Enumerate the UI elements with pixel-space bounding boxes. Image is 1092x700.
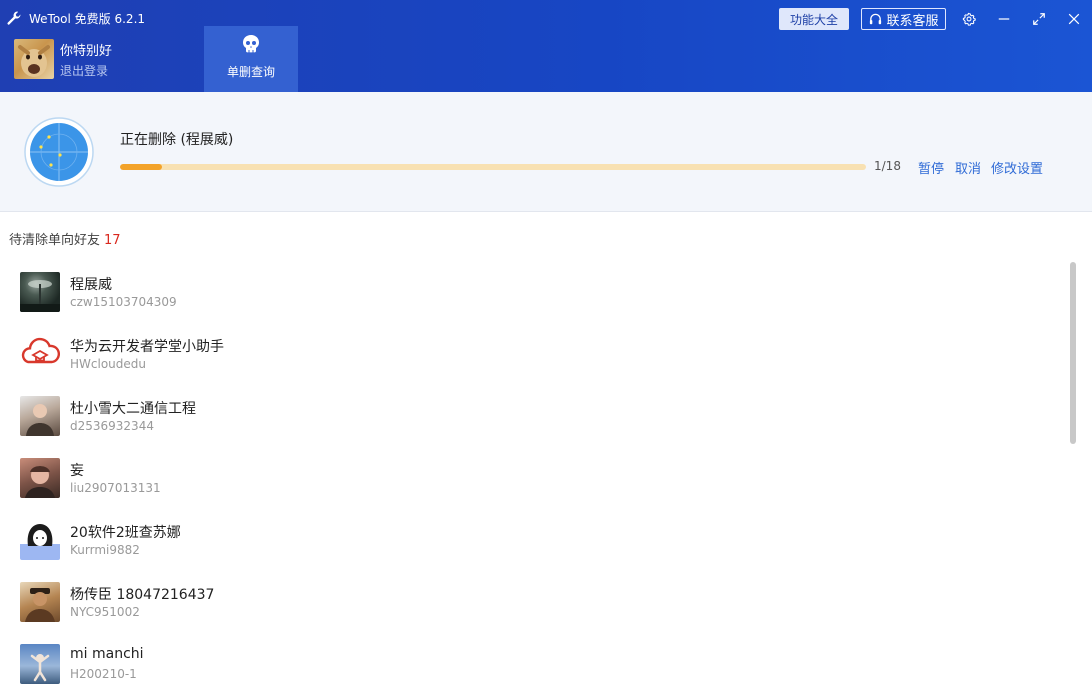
avatar xyxy=(20,644,60,684)
avatar xyxy=(20,458,60,498)
delete-progress-bar xyxy=(120,164,866,170)
person-avatar-icon xyxy=(30,654,50,682)
friend-id: liu2907013131 xyxy=(70,481,161,495)
friend-id: H200210-1 xyxy=(70,667,137,681)
progress-fill xyxy=(120,164,162,170)
minimize-button[interactable] xyxy=(993,8,1015,30)
features-button[interactable]: 功能大全 xyxy=(779,8,849,30)
list-item[interactable]: 杨传臣 18047216437 NYC951002 xyxy=(20,582,1020,626)
app-header: WeTool 免费版 6.2.1 功能大全 联系客服 你特别好 退出登录 单删查… xyxy=(0,0,1092,92)
list-item[interactable]: 妄 liu2907013131 xyxy=(20,458,1020,502)
friend-id: NYC951002 xyxy=(70,605,140,619)
expand-icon xyxy=(1033,13,1045,25)
friend-name: mi manchi xyxy=(70,646,144,662)
tab-label: 单删查询 xyxy=(226,65,275,79)
list-item[interactable]: 华为云开发者学堂小助手 HWcloudedu xyxy=(20,334,1020,378)
close-button[interactable] xyxy=(1063,8,1085,30)
pending-list-title: 待清除单向好友 17 xyxy=(9,229,121,248)
friend-name: 妄 xyxy=(70,463,84,479)
pending-list-label: 待清除单向好友 xyxy=(9,233,101,248)
headset-icon xyxy=(870,13,882,24)
person-avatar-icon xyxy=(26,404,54,436)
list-item[interactable]: 杜小雪大二通信工程 d2536932344 xyxy=(20,396,1020,440)
friend-name: 20软件2班查苏娜 xyxy=(70,525,181,541)
list-scrollbar[interactable] xyxy=(1070,262,1076,444)
avatar xyxy=(20,520,60,560)
friend-name: 杨传臣 18047216437 xyxy=(70,587,215,603)
cancel-button[interactable]: 取消 xyxy=(955,158,981,177)
friend-id: d2536932344 xyxy=(70,419,154,433)
anime-avatar-icon xyxy=(27,524,53,546)
dog-avatar-icon xyxy=(18,45,50,77)
user-name: 你特别好 xyxy=(60,44,113,59)
logout-link[interactable]: 退出登录 xyxy=(60,62,108,79)
friend-id: Kurrmi9882 xyxy=(70,543,140,557)
tab-single-delete-check[interactable]: 单删查询 xyxy=(204,26,298,92)
person-avatar-icon xyxy=(25,588,55,622)
avatar xyxy=(20,396,60,436)
settings-button[interactable] xyxy=(958,8,980,30)
gear-icon xyxy=(962,12,976,26)
delete-status-text: 正在删除 (程展威) xyxy=(120,132,234,148)
friend-name: 程展威 xyxy=(70,277,112,293)
title-bar: WeTool 免费版 6.2.1 功能大全 联系客服 xyxy=(0,0,1092,36)
pending-count: 17 xyxy=(104,233,121,248)
list-item[interactable]: 程展威 czw15103704309 xyxy=(20,272,1020,316)
friend-id: HWcloudedu xyxy=(70,357,146,371)
close-icon xyxy=(1068,13,1080,25)
avatar xyxy=(20,334,60,374)
progress-count: 1/18 xyxy=(874,159,901,173)
friend-id: czw15103704309 xyxy=(70,295,177,309)
skull-icon xyxy=(243,35,259,53)
avatar xyxy=(20,582,60,622)
list-item[interactable]: 20软件2班查苏娜 Kurrmi9882 xyxy=(20,520,1020,564)
avatar xyxy=(20,272,60,312)
friend-name: 华为云开发者学堂小助手 xyxy=(70,339,224,355)
app-title: WeTool 免费版 6.2.1 xyxy=(29,12,146,26)
modify-settings-button[interactable]: 修改设置 xyxy=(991,158,1043,177)
list-item[interactable]: mi manchi H200210-1 xyxy=(20,644,1020,688)
friend-list: 程展威 czw15103704309 华为云开发者学堂小助手 HWclouded… xyxy=(0,262,1060,700)
person-avatar-icon xyxy=(25,466,55,498)
night-scene-avatar-icon xyxy=(20,280,60,312)
wrench-icon xyxy=(7,11,21,25)
contact-service-button[interactable]: 联系客服 xyxy=(861,8,946,30)
maximize-button[interactable] xyxy=(1028,8,1050,30)
friend-name: 杜小雪大二通信工程 xyxy=(70,401,196,417)
avatar[interactable] xyxy=(14,39,54,79)
cloud-academy-icon xyxy=(21,337,60,364)
progress-panel: 正在删除 (程展威) 1/18 暂停 取消 修改设置 xyxy=(0,92,1092,212)
minimize-icon xyxy=(998,18,1010,20)
radar-icon xyxy=(24,117,94,187)
contact-service-label: 联系客服 xyxy=(886,13,939,29)
pause-button[interactable]: 暂停 xyxy=(918,158,944,177)
